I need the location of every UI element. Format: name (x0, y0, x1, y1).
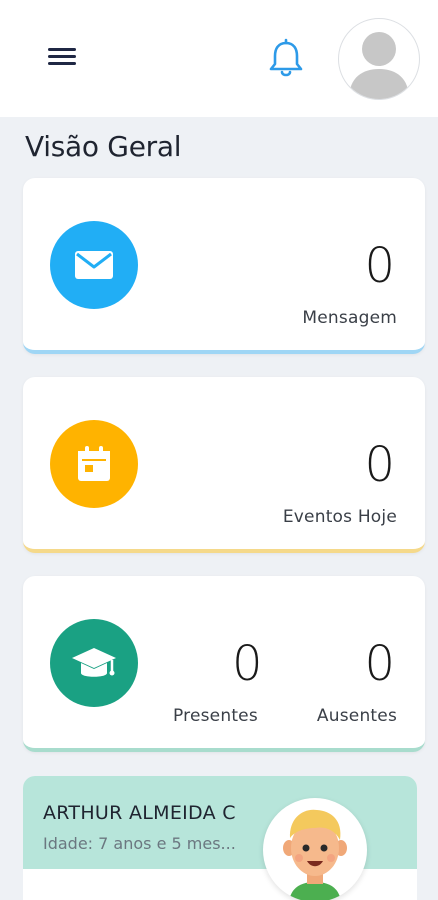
student-card[interactable]: ARTHUR ALMEIDA C Idade: 7 anos e 5 mes..… (23, 776, 417, 900)
events-label: Eventos Hoje (282, 507, 397, 527)
hamburger-menu-icon[interactable] (48, 44, 78, 70)
absent-count: 0 (364, 636, 395, 692)
student-avatar-icon[interactable] (263, 798, 367, 900)
messages-count: 0 (364, 238, 395, 294)
calendar-icon (50, 420, 138, 508)
present-count: 0 (232, 636, 263, 692)
mail-icon (50, 221, 138, 309)
events-count: 0 (364, 437, 395, 493)
top-bar (0, 0, 438, 117)
bell-icon[interactable] (265, 37, 307, 81)
absent-label: Ausentes (316, 706, 397, 726)
graduation-cap-icon (50, 619, 138, 707)
student-age: Idade: 7 anos e 5 mes... (43, 834, 236, 853)
messages-label: Mensagem (302, 308, 397, 328)
attendance-card[interactable]: 0 Presentes 0 Ausentes (23, 576, 425, 752)
present-label: Presentes (173, 706, 258, 726)
student-name: ARTHUR ALMEIDA C (43, 802, 236, 824)
user-avatar-icon[interactable] (338, 18, 420, 100)
messages-card[interactable]: 0 Mensagem (23, 178, 425, 354)
page-title: Visão Geral (25, 130, 182, 163)
events-card[interactable]: 0 Eventos Hoje (23, 377, 425, 553)
